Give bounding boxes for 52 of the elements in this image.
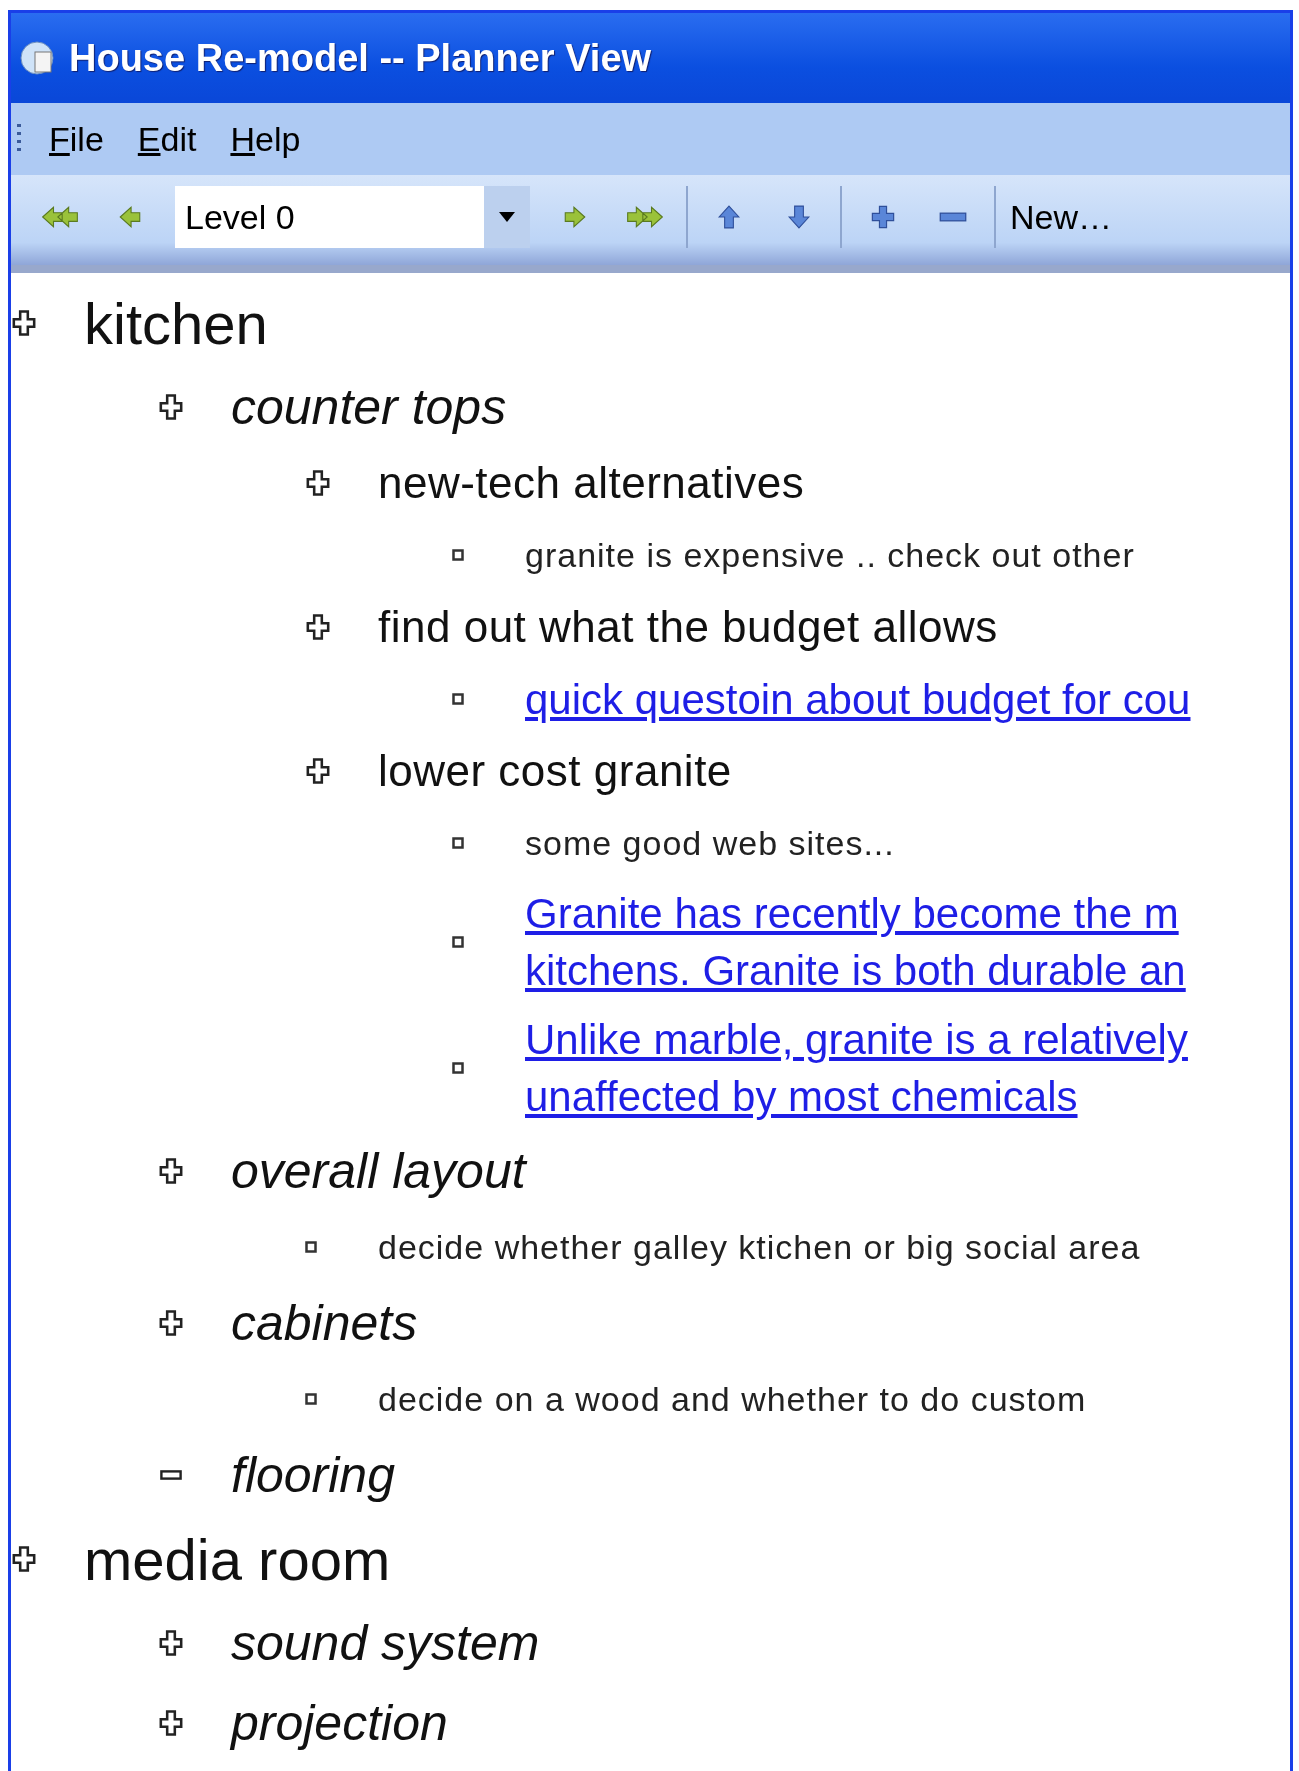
bullet-icon xyxy=(452,936,464,948)
outline-note: granite is expensive .. check out other xyxy=(525,535,1135,575)
expand-plus-icon[interactable] xyxy=(158,1709,184,1737)
plus-icon xyxy=(870,204,896,230)
outline-topic[interactable]: projection xyxy=(231,1694,448,1752)
outline-topic[interactable]: sound system xyxy=(231,1614,540,1672)
expand-plus-icon[interactable] xyxy=(158,393,184,421)
bullet-icon xyxy=(452,693,464,705)
outline-topic[interactable]: cabinets xyxy=(231,1294,418,1352)
menu-item[interactable]: File xyxy=(43,119,110,159)
expand-plus-icon[interactable] xyxy=(158,1629,184,1657)
level-select-value: Level 0 xyxy=(184,197,296,237)
caret-icon xyxy=(499,212,515,222)
outline-topic[interactable]: find out what the budget allows xyxy=(378,602,998,652)
down-arrow-icon xyxy=(787,203,811,231)
bullet-icon xyxy=(452,549,464,561)
note-link[interactable]: Granite has recently become the m kitchens. Granite is both durable an xyxy=(525,879,1186,1005)
minus-icon[interactable] xyxy=(158,1469,184,1481)
menu-item[interactable]: Edit xyxy=(131,119,203,159)
bullet-icon xyxy=(305,1241,317,1253)
dropdown-button[interactable] xyxy=(484,186,530,248)
bullet-icon xyxy=(452,837,464,849)
minus-icon xyxy=(939,210,967,224)
outline-topic[interactable]: counter tops xyxy=(231,378,507,436)
expand-plus-icon[interactable] xyxy=(11,309,37,337)
bullet-icon xyxy=(305,1393,317,1405)
note-link[interactable]: quick questoin about budget for cou xyxy=(525,664,1191,734)
expand-plus-icon[interactable] xyxy=(158,1309,184,1337)
new-button[interactable]: New… xyxy=(1002,197,1121,237)
note-link[interactable]: Unlike marble, granite is a relatively unaffected by most chemicals xyxy=(525,1005,1188,1131)
expand-plus-icon[interactable] xyxy=(305,613,331,641)
up-arrow-icon xyxy=(717,203,741,231)
level-select[interactable]: Level 0 xyxy=(175,186,530,248)
outline-topic[interactable]: overall layout xyxy=(231,1142,526,1200)
outline-topic[interactable]: media room xyxy=(84,1525,391,1593)
outline-note: decide on a wood and whether to do custom xyxy=(378,1379,1087,1419)
expand-plus-icon[interactable] xyxy=(305,469,331,497)
bullet-icon xyxy=(452,1062,464,1074)
outline-topic[interactable]: lower cost granite xyxy=(378,746,732,796)
outline-topic[interactable]: flooring xyxy=(231,1446,395,1504)
expand-plus-icon[interactable] xyxy=(158,1157,184,1185)
expand-plus-icon[interactable] xyxy=(11,1545,37,1573)
menu-item[interactable]: Help xyxy=(224,119,307,159)
outline-note: some good web sites... xyxy=(525,823,895,863)
grip-icon xyxy=(17,124,21,154)
expand-plus-icon[interactable] xyxy=(305,757,331,785)
left-arrow-icon xyxy=(117,204,143,230)
outline-note: decide whether galley ktichen or big social area xyxy=(378,1227,1141,1267)
outline-topic[interactable]: new-tech alternatives xyxy=(378,458,805,508)
right-arrow-icon xyxy=(562,204,588,230)
window-title: House Re-model -- Planner View xyxy=(69,36,652,80)
outline-topic[interactable]: kitchen xyxy=(84,289,268,357)
